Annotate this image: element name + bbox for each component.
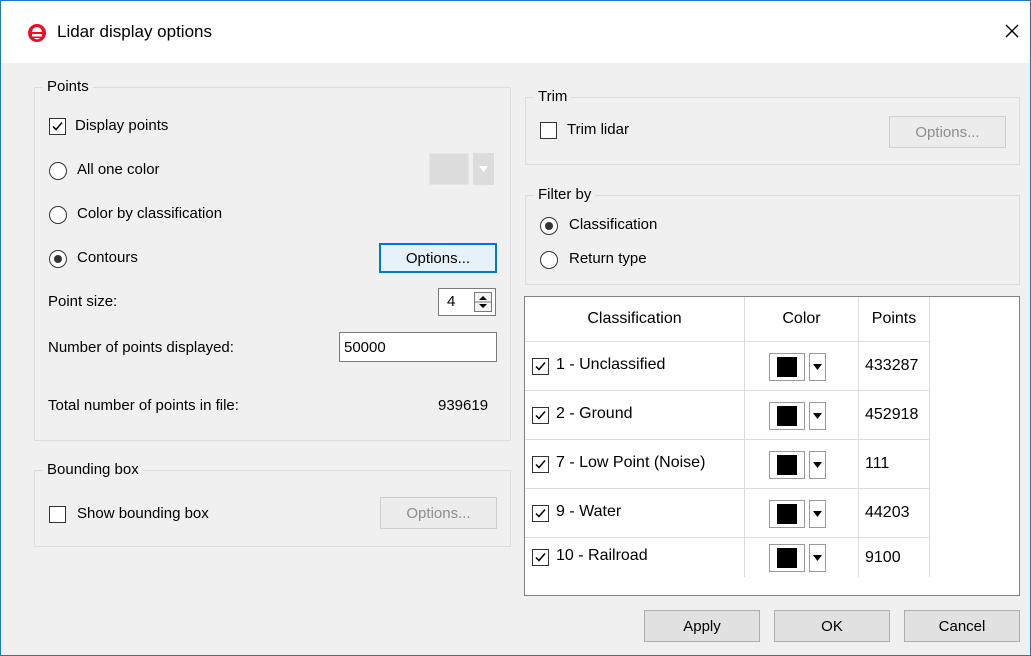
show-bounding-box-label: Show bounding box [77,505,209,522]
spin-up-down-icon [475,296,491,308]
chevron-down-icon [813,555,822,561]
color-swatch[interactable] [769,500,805,528]
filter-classification-radio[interactable] [540,217,558,235]
bounding-box-group-label: Bounding box [43,461,143,478]
row-classification-name: 10 - Railroad [556,547,648,564]
display-points-checkbox[interactable] [49,118,66,135]
row-checkbox[interactable] [532,407,549,424]
bounding-box-options-button[interactable]: Options... [380,497,497,529]
title-bar: Lidar display options [1,1,1030,63]
filter-by-group-label: Filter by [534,186,596,203]
row-color-cell [745,342,859,391]
row-points-cell: 111 [859,440,930,489]
total-points-value: 939619 [438,397,489,414]
filter-classification-label: Classification [569,216,658,233]
ok-button[interactable]: OK [774,610,890,642]
all-one-color-radio[interactable] [49,162,67,180]
row-classification-name: 2 - Ground [556,405,633,422]
color-dropdown[interactable] [809,451,826,479]
color-swatch[interactable] [769,451,805,479]
color-swatch[interactable] [769,402,805,430]
table-header-color[interactable]: Color [745,297,859,342]
color-picker-dropdown-disabled[interactable] [473,153,494,185]
classification-table: Classification Color Points 1 - Unclassi… [524,296,1020,596]
show-bounding-box-checkbox[interactable] [49,506,66,523]
color-swatch[interactable] [769,544,805,572]
point-size-value: 4 [447,293,456,310]
num-points-input[interactable]: 50000 [339,332,497,362]
dialog-window: Lidar display options Points Display poi… [0,0,1031,656]
contours-options-button[interactable]: Options... [379,243,497,273]
dialog-title: Lidar display options [57,22,212,41]
row-classification-name: 9 - Water [556,503,622,520]
trim-lidar-checkbox[interactable] [540,122,557,139]
filter-by-group: Filter by [525,186,1020,285]
all-one-color-label: All one color [77,161,160,178]
point-size-label: Point size: [48,293,118,310]
row-classification-cell: 9 - Water [525,489,745,538]
trim-options-button[interactable]: Options... [889,116,1006,148]
row-classification-cell: 7 - Low Point (Noise) [525,440,745,489]
row-points-cell: 433287 [859,342,930,391]
close-icon [1005,24,1019,38]
cancel-button[interactable]: Cancel [904,610,1020,642]
total-points-label: Total number of points in file: [48,397,239,414]
row-points-cell: 44203 [859,489,930,538]
row-color-cell [745,538,859,577]
row-points-cell: 452918 [859,391,930,440]
num-points-label: Number of points displayed: [48,339,234,356]
row-color-cell [745,391,859,440]
color-dropdown[interactable] [809,544,826,572]
color-dropdown[interactable] [809,500,826,528]
chevron-down-icon [813,511,822,517]
table-header-points[interactable]: Points [859,297,930,342]
row-checkbox[interactable] [532,456,549,473]
contours-radio[interactable] [49,250,67,268]
filter-return-type-radio[interactable] [540,251,558,269]
spin-buttons[interactable] [474,292,492,312]
row-color-cell [745,440,859,489]
num-points-value: 50000 [344,338,386,356]
color-by-classification-radio[interactable] [49,206,67,224]
chevron-down-icon [479,166,488,172]
color-swatch[interactable] [769,353,805,381]
contours-label: Contours [77,249,138,266]
row-classification-name: 7 - Low Point (Noise) [556,454,706,471]
row-color-cell [745,489,859,538]
close-button[interactable] [994,13,1030,49]
row-classification-name: 1 - Unclassified [556,356,666,373]
row-checkbox[interactable] [532,549,549,566]
filter-return-type-label: Return type [569,250,647,267]
row-checkbox[interactable] [532,358,549,375]
color-dropdown[interactable] [809,402,826,430]
color-dropdown[interactable] [809,353,826,381]
table-header-classification[interactable]: Classification [525,297,745,342]
row-classification-cell: 1 - Unclassified [525,342,745,391]
chevron-down-icon [813,413,822,419]
chevron-down-icon [813,364,822,370]
color-by-classification-label: Color by classification [77,205,223,222]
trim-lidar-label: Trim lidar [567,121,629,138]
display-points-label: Display points [75,117,169,134]
app-logo-icon [27,23,47,43]
trim-group-label: Trim [534,88,572,105]
row-points-cell: 9100 [859,538,930,577]
points-group-label: Points [43,78,93,95]
chevron-down-icon [813,462,822,468]
apply-button[interactable]: Apply [644,610,760,642]
point-size-stepper[interactable]: 4 [438,288,496,316]
row-classification-cell: 2 - Ground [525,391,745,440]
row-classification-cell: 10 - Railroad [525,538,745,577]
color-picker-disabled[interactable] [429,153,469,185]
row-checkbox[interactable] [532,505,549,522]
